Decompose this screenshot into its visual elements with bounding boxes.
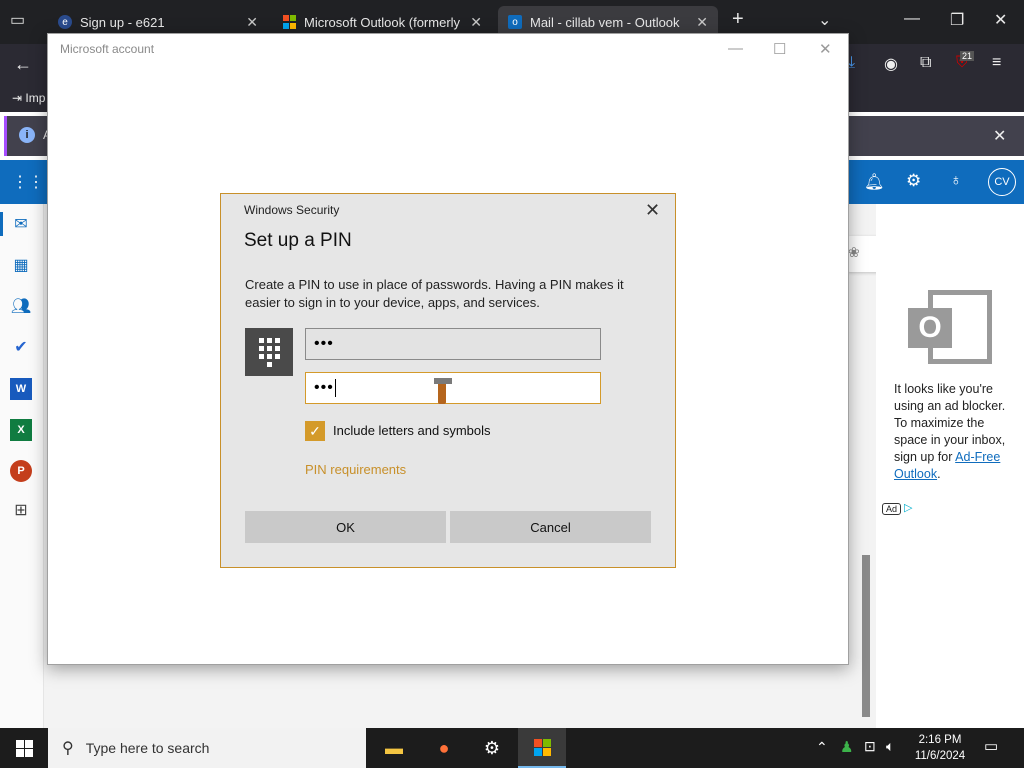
ad-panel: O It looks like you're using an ad block…	[876, 204, 1024, 728]
file-explorer-icon[interactable]: ▬	[370, 728, 418, 768]
include-letters-checkbox[interactable]: ✓	[305, 421, 325, 441]
menu-icon[interactable]: ≡	[992, 54, 1001, 72]
download-icon[interactable]: ⤓	[848, 54, 855, 72]
ad-blocker-message: It looks like you're using an ad blocker…	[894, 381, 1006, 483]
close-icon[interactable]: ✕	[819, 40, 832, 58]
tips-lightbulb-icon[interactable]: ♁	[950, 172, 962, 190]
close-tab-icon[interactable]: ✕	[696, 14, 708, 31]
restore-icon[interactable]: ❐	[950, 10, 964, 30]
new-pin-value: •••	[314, 335, 334, 352]
microsoft-logo-icon	[282, 15, 296, 29]
notifications-bell-icon[interactable]: 🔔︎	[864, 172, 884, 192]
avatar-initials: CV	[994, 176, 1010, 188]
new-tab-icon[interactable]: +	[732, 8, 744, 31]
search-placeholder: Type here to search	[85, 740, 210, 756]
volume-icon[interactable]: 🔈︎	[886, 738, 894, 755]
word-icon[interactable]: W	[10, 378, 32, 400]
people-icon[interactable]: 👥︎	[10, 295, 32, 317]
confirm-pin-value: •••	[314, 379, 334, 396]
close-tab-icon[interactable]: ✕	[246, 14, 258, 31]
close-tab-icon[interactable]: ✕	[470, 14, 482, 31]
action-center-icon[interactable]: ▭	[984, 737, 998, 755]
adchoices-icon[interactable]: ▷	[904, 501, 912, 514]
tab-label: Microsoft Outlook (formerly Ho	[304, 14, 462, 30]
dialog-description: Create a PIN to use in place of password…	[245, 277, 624, 310]
extensions-icon[interactable]: ⧉	[920, 54, 931, 72]
close-window-icon[interactable]: ✕	[994, 10, 1007, 30]
tab-label: Mail - cillab vem - Outlook	[530, 14, 680, 30]
account-icon[interactable]: ◉	[884, 54, 898, 74]
excel-icon[interactable]: X	[10, 419, 32, 441]
mail-icon[interactable]: ✉	[10, 213, 32, 235]
app-launcher-icon[interactable]: ⋮⋮	[12, 172, 44, 192]
e621-favicon-icon: e	[58, 15, 72, 29]
powerpoint-icon[interactable]: P	[10, 460, 32, 482]
tray-app-icon[interactable]: ♟	[840, 738, 853, 756]
dialog-window-title: Windows Security	[244, 203, 340, 217]
ad-badge: Ad	[882, 503, 902, 515]
text-caret	[334, 379, 336, 397]
pin-requirements-link[interactable]: PIN requirements	[305, 462, 406, 477]
ok-button[interactable]: OK	[245, 511, 446, 543]
info-icon: i	[19, 127, 35, 143]
checkmark-icon: ✓	[309, 422, 321, 439]
outlook-app-rail: ✉ ▦ 👥︎ ✔ W X P ⊞	[0, 204, 44, 728]
outlook-icon: o	[508, 15, 522, 29]
close-notification-icon[interactable]: ✕	[993, 126, 1006, 146]
settings-gear-icon[interactable]: ⚙	[906, 171, 921, 191]
import-icon: ⇥	[12, 91, 23, 105]
back-arrow-icon[interactable]: ←	[14, 54, 32, 75]
clock-date: 11/6/2024	[914, 750, 966, 762]
clock[interactable]: 2:16 PM 11/6/2024	[908, 732, 972, 764]
scrollbar-thumb[interactable]	[862, 555, 870, 717]
keypad-icon	[245, 328, 293, 376]
taskbar-search-box[interactable]: ⚲ Type here to search	[48, 728, 366, 768]
minimize-icon[interactable]: —	[904, 10, 920, 28]
busy-cursor-icon	[432, 376, 454, 406]
firefox-icon[interactable]: ●	[420, 728, 468, 768]
paw-icon[interactable]: ❀	[848, 244, 860, 261]
import-label: Imp	[25, 91, 46, 105]
dialog-heading: Set up a PIN	[244, 230, 352, 251]
include-letters-label[interactable]: Include letters and symbols	[333, 423, 491, 438]
maximize-icon[interactable]: ☐	[773, 40, 786, 58]
tab-overflow-chevron-icon[interactable]: ⌄	[818, 10, 831, 30]
clock-time: 2:16 PM	[918, 734, 962, 746]
ublock-badge: 21	[960, 51, 975, 61]
more-apps-icon[interactable]: ⊞	[10, 499, 32, 521]
dialog-close-icon[interactable]: ✕	[645, 200, 660, 221]
cancel-button[interactable]: Cancel	[450, 511, 651, 543]
ad-link-suffix: .	[937, 467, 941, 481]
tab-label: Sign up - e621	[80, 14, 165, 30]
window-title: Microsoft account	[60, 42, 155, 56]
windows-logo-icon	[15, 739, 33, 757]
new-pin-field[interactable]: •••	[305, 328, 601, 360]
start-button[interactable]	[0, 728, 48, 768]
settings-icon[interactable]: ⚙	[468, 728, 516, 768]
network-icon[interactable]: ⊡	[864, 738, 876, 755]
search-icon: ⚲	[62, 740, 74, 757]
outlook-logo-icon: O	[908, 290, 992, 364]
import-bookmarks[interactable]: ⇥ Imp	[12, 91, 45, 105]
windows-taskbar: ⚲ Type here to search ▬ ● ⚙ ⌃ ♟ ⊡ 🔈︎ 2:1…	[0, 728, 1024, 768]
tray-chevron-icon[interactable]: ⌃	[816, 739, 828, 756]
minimize-icon[interactable]: —	[728, 40, 743, 57]
tab-list-icon[interactable]: ▭	[10, 10, 25, 30]
rail-active-indicator	[0, 212, 3, 236]
avatar[interactable]: CV	[988, 168, 1016, 196]
todo-icon[interactable]: ✔	[10, 336, 32, 358]
microsoft-store-icon[interactable]	[518, 728, 566, 768]
calendar-icon[interactable]: ▦	[10, 254, 32, 276]
